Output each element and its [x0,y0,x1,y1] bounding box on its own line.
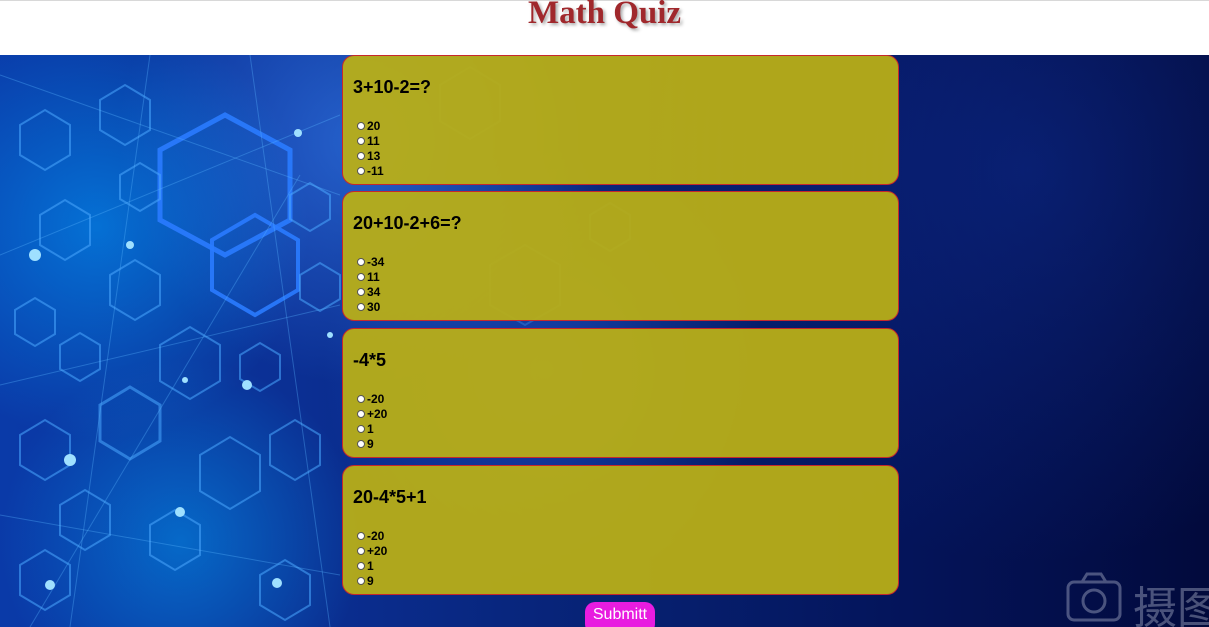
option-label: -20 [367,391,385,406]
question-card-1: 3+10-2=? 20 11 13 -11 [342,55,899,185]
radio-button[interactable] [357,287,365,296]
radio-button[interactable] [357,546,365,555]
page-header: Math Quiz [0,0,1209,55]
radio-button[interactable] [357,136,365,145]
option[interactable]: 1 [357,421,387,436]
question-text: -4*5 [353,350,387,370]
page-title: Math Quiz [527,0,682,31]
option-label: 11 [367,133,380,148]
question-card-2: 20+10-2+6=? -34 11 34 30 [342,191,899,321]
option-label: 1 [367,421,374,436]
radio-button[interactable] [357,257,365,266]
option[interactable]: +20 [357,406,387,421]
submit-button[interactable]: Submitt [585,602,655,627]
option-label: -11 [367,163,384,178]
radio-button[interactable] [357,151,365,160]
option-label: 9 [367,436,374,451]
option[interactable]: -20 [357,528,387,543]
option[interactable]: -11 [357,163,384,178]
option-label: +20 [367,543,388,558]
radio-button[interactable] [357,166,365,175]
radio-button[interactable] [357,121,365,130]
radio-button[interactable] [357,576,365,585]
option-label: -20 [367,528,385,543]
option[interactable]: 9 [357,573,387,588]
option-label: -34 [367,254,385,269]
option[interactable]: 1 [357,558,387,573]
radio-button[interactable] [357,409,365,418]
option-label: 9 [367,573,374,588]
radio-button[interactable] [357,439,365,448]
radio-button[interactable] [357,394,365,403]
radio-button[interactable] [357,424,365,433]
option-label: 11 [367,269,380,284]
radio-button[interactable] [357,561,365,570]
option-label: +20 [367,406,388,421]
options-list: -20 +20 1 9 [357,528,387,588]
radio-button[interactable] [357,302,365,311]
question-card-4: 20-4*5+1 -20 +20 1 9 [342,465,899,595]
radio-button[interactable] [357,272,365,281]
question-card-3: -4*5 -20 +20 1 9 [342,328,899,458]
option-label: 34 [367,284,381,299]
option[interactable]: +20 [357,543,387,558]
options-list: 20 11 13 -11 [357,118,384,178]
option[interactable]: 11 [357,269,384,284]
option[interactable]: 34 [357,284,384,299]
option-label: 13 [367,148,381,163]
watermark: 摄图 [1065,570,1209,627]
option-label: 30 [367,299,381,314]
option[interactable]: 30 [357,299,384,314]
option[interactable]: 13 [357,148,384,163]
question-text: 3+10-2=? [353,77,432,97]
option[interactable]: 20 [357,118,384,133]
option[interactable]: 9 [357,436,387,451]
radio-button[interactable] [357,531,365,540]
watermark-text: 摄图 [1133,583,1209,627]
question-text: 20-4*5+1 [353,487,427,507]
options-list: -20 +20 1 9 [357,391,387,451]
option-label: 20 [367,118,381,133]
question-text: 20+10-2+6=? [353,213,462,233]
options-list: -34 11 34 30 [357,254,384,314]
option[interactable]: -34 [357,254,384,269]
option[interactable]: 11 [357,133,384,148]
option[interactable]: -20 [357,391,387,406]
option-label: 1 [367,558,374,573]
